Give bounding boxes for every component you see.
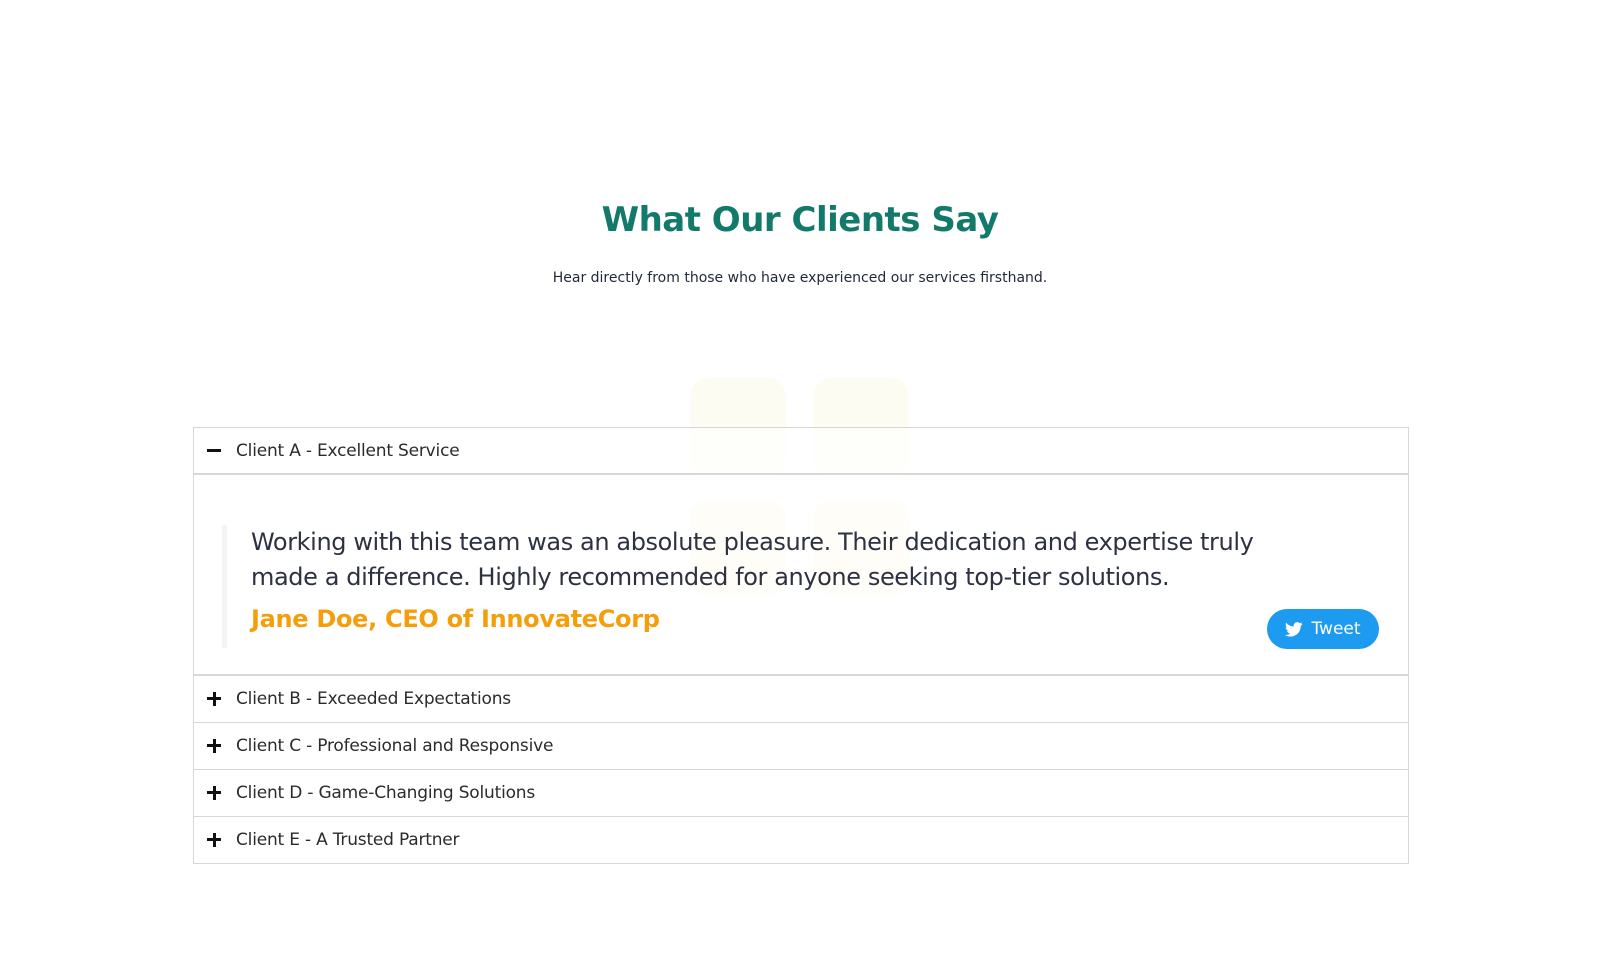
plus-icon bbox=[206, 691, 222, 707]
plus-icon bbox=[206, 738, 222, 754]
accordion-title: Client A - Excellent Service bbox=[236, 440, 460, 461]
accordion-header-client-d[interactable]: Client D - Game-Changing Solutions bbox=[194, 770, 1408, 817]
accordion-title: Client E - A Trusted Partner bbox=[236, 830, 460, 850]
accordion-title: Client D - Game-Changing Solutions bbox=[236, 783, 536, 803]
accordion-header-client-a[interactable]: Client A - Excellent Service bbox=[194, 428, 1408, 475]
quote-border bbox=[222, 525, 227, 648]
testimonials-section: What Our Clients Say Hear directly from … bbox=[0, 0, 1600, 978]
tweet-button[interactable]: Tweet bbox=[1267, 609, 1379, 649]
plus-icon bbox=[206, 832, 222, 848]
section-title: What Our Clients Say bbox=[601, 200, 999, 240]
tweet-button-label: Tweet bbox=[1311, 619, 1361, 639]
twitter-bird-icon bbox=[1285, 621, 1304, 637]
accordion-title: Client C - Professional and Responsive bbox=[236, 736, 554, 756]
section-subtitle: Hear directly from those who have experi… bbox=[552, 270, 1048, 286]
testimonial-author: Jane Doe, CEO of InnovateCorp bbox=[251, 605, 660, 633]
testimonial-quote: Working with this team was an absolute p… bbox=[251, 528, 1254, 591]
accordion-header-client-e[interactable]: Client E - A Trusted Partner bbox=[194, 817, 1408, 864]
minus-icon bbox=[206, 443, 222, 459]
accordion-header-client-c[interactable]: Client C - Professional and Responsive bbox=[194, 723, 1408, 770]
testimonials-accordion: Client A - Excellent Service Working wit… bbox=[193, 427, 1409, 864]
plus-icon bbox=[206, 785, 222, 801]
accordion-header-client-b[interactable]: Client B - Exceeded Expectations bbox=[194, 676, 1408, 723]
accordion-panel-client-a: Working with this team was an absolute p… bbox=[194, 475, 1408, 676]
accordion-title: Client B - Exceeded Expectations bbox=[236, 689, 511, 709]
